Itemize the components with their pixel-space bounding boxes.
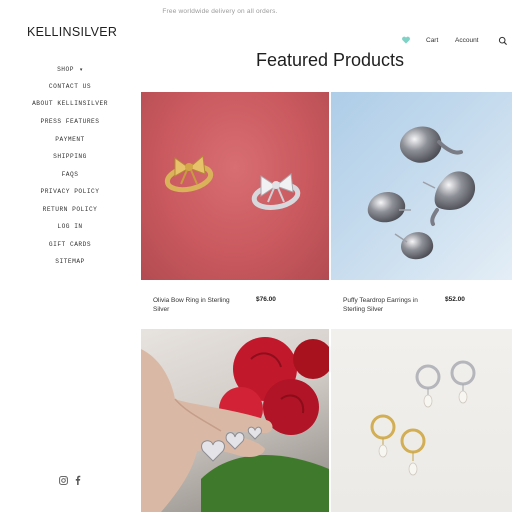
product-price: $52.00 (445, 296, 465, 303)
product-image[interactable] (141, 329, 329, 512)
silver-hoop-earring (415, 360, 476, 408)
sidebar-item-sitemap[interactable]: SITEMAP (0, 258, 140, 265)
product-image[interactable] (331, 92, 512, 280)
product-card[interactable]: Olivia Bow Ring in Sterling Silver $76.0… (141, 92, 329, 322)
product-image[interactable] (141, 92, 329, 280)
sidebar-item-privacy[interactable]: PRIVACY POLICY (0, 188, 140, 195)
green-leaves (201, 455, 329, 512)
product-price: $76.00 (256, 296, 276, 303)
bow-ring-silver (251, 173, 301, 210)
bow-ring-gold (164, 155, 214, 193)
sidebar-item-about[interactable]: ABOUT KELLINSILVER (0, 100, 140, 107)
heart-icon[interactable] (401, 35, 411, 45)
teardrop-earring (422, 171, 476, 226)
sidebar-item-label: SHOP (57, 66, 74, 73)
product-card[interactable]: Puffy Teardrop Earrings in Sterling Silv… (331, 92, 512, 322)
sidebar-item-faqs[interactable]: FAQS (0, 171, 140, 178)
sidebar-item-login[interactable]: LOG IN (0, 223, 140, 230)
facebook-icon[interactable] (74, 475, 82, 485)
featured-products-title: Featured Products (255, 50, 405, 70)
teardrop-earring (399, 126, 463, 163)
product-image[interactable] (331, 329, 512, 512)
account-link[interactable]: Account (455, 37, 479, 44)
cart-link[interactable]: Cart (426, 37, 438, 44)
teardrop-earring (394, 232, 434, 260)
sidebar-item-shop[interactable]: SHOP ▾ (0, 66, 140, 73)
sidebar-item-press[interactable]: PRESS FEATURES (0, 118, 140, 125)
search-icon[interactable] (498, 36, 508, 46)
gold-hoop-earring (370, 414, 426, 476)
product-card[interactable] (141, 329, 329, 512)
sidebar-item-shipping[interactable]: SHIPPING (0, 153, 140, 160)
sidebar-item-return[interactable]: RETURN POLICY (0, 206, 140, 213)
announcement-bar: Free worldwide delivery on all orders. (0, 0, 512, 28)
brand-logo[interactable]: KELLINSILVER (27, 25, 117, 39)
instagram-icon[interactable] (59, 476, 68, 485)
teardrop-earring (367, 192, 411, 223)
product-name[interactable]: Olivia Bow Ring in Sterling Silver (153, 296, 243, 314)
sidebar-item-contact[interactable]: CONTACT US (0, 83, 140, 90)
product-name[interactable]: Puffy Teardrop Earrings in Sterling Silv… (343, 296, 433, 314)
sidebar-item-payment[interactable]: PAYMENT (0, 136, 140, 143)
chevron-down-icon: ▾ (79, 67, 83, 73)
sidebar-item-gift-cards[interactable]: GIFT CARDS (0, 241, 140, 248)
announcement-text: Free worldwide delivery on all orders. (162, 8, 278, 15)
product-card[interactable] (331, 329, 512, 512)
